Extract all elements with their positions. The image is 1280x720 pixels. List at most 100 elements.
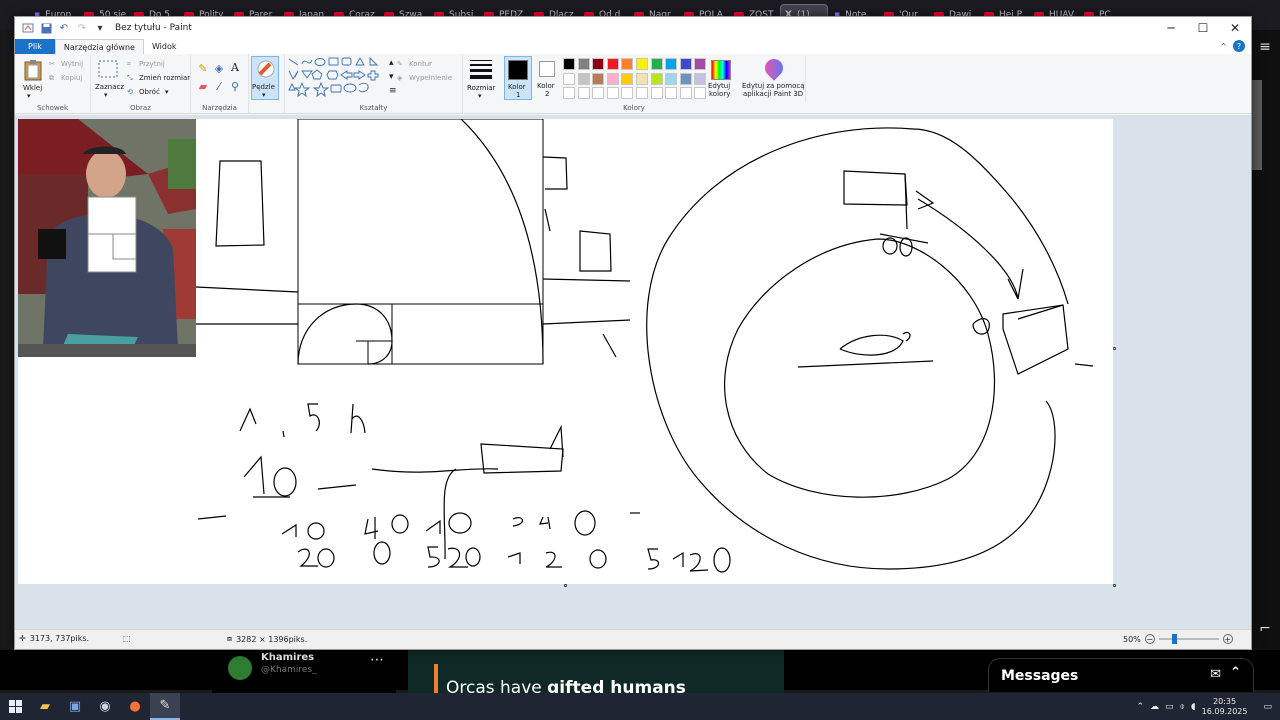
file-explorer-icon[interactable]: ▰ [30, 693, 60, 720]
edit-colors-button[interactable]: Edytuj kolory [707, 56, 735, 102]
palette-swatch[interactable] [563, 72, 575, 85]
cut-icon[interactable]: ✂ [49, 60, 55, 68]
app-window-icon[interactable]: ▣ [60, 693, 90, 720]
network-icon[interactable]: ▭ [1165, 702, 1174, 712]
palette-empty-swatch[interactable] [606, 87, 619, 100]
messages-drawer[interactable]: Messages ✉ ⌃ [988, 658, 1254, 692]
palette-empty-swatch[interactable] [679, 87, 692, 100]
volume-icon[interactable]: ◖ [1191, 702, 1196, 712]
notifications-icon[interactable]: ▭ [1263, 702, 1272, 712]
tweet-media[interactable]: Orcas have gifted humans [408, 650, 784, 694]
palette-empty-swatch[interactable] [694, 87, 707, 100]
undo-icon[interactable]: ↶ [57, 21, 71, 35]
palette-empty-swatch[interactable] [577, 87, 590, 100]
color2-button[interactable]: Kolor 2 [534, 56, 562, 100]
resize-button[interactable]: Zmień rozmiar [139, 74, 190, 82]
palette-empty-swatch[interactable] [665, 87, 678, 100]
steam-icon[interactable]: ◉ [90, 693, 120, 720]
fill-button[interactable]: Wypełnienie [409, 74, 452, 82]
customize-toolbar-icon[interactable]: ▾ [93, 21, 107, 35]
tab-file[interactable]: Plik [15, 39, 55, 54]
palette-swatch[interactable] [636, 58, 648, 70]
magnifier-icon[interactable]: ⚲ [229, 80, 241, 93]
paste-dropdown-icon[interactable]: ▾ [27, 92, 31, 100]
palette-swatch[interactable] [621, 72, 634, 85]
compose-icon[interactable]: ✉ [1210, 667, 1221, 682]
color1-button[interactable]: Kolor 1 [504, 56, 532, 100]
shapes-scroll-down-icon[interactable]: ▾ [389, 72, 394, 82]
redo-icon[interactable]: ↷ [75, 21, 89, 35]
copy-icon[interactable]: ⧉ [49, 74, 54, 83]
select-dropdown-icon[interactable]: ▾ [104, 91, 108, 99]
select-button[interactable]: Zaznacz [95, 83, 124, 91]
expand-icon[interactable]: ⌃ [1230, 665, 1241, 680]
crop-button[interactable]: Przytnij [139, 60, 165, 68]
resize-handle-bottom[interactable] [564, 584, 567, 587]
start-button[interactable] [0, 693, 30, 720]
palette-swatch[interactable] [636, 72, 648, 85]
palette-swatch[interactable] [606, 72, 619, 85]
copy-button[interactable]: Kopiuj [61, 74, 82, 82]
tray-overflow-icon[interactable]: ⌃ [1136, 702, 1144, 712]
rotate-icon[interactable]: ⟲ [127, 88, 133, 96]
resize-handle-right[interactable] [1113, 347, 1116, 350]
resize-icon[interactable]: ⤡ [127, 74, 133, 83]
tab-view[interactable]: Widok [144, 39, 185, 54]
resize-handle-corner[interactable] [1113, 584, 1116, 587]
fill-icon[interactable]: ◈ [397, 74, 402, 82]
fill-bucket-icon[interactable]: ◈ [213, 62, 225, 75]
zoom-in-icon[interactable]: + [1222, 634, 1233, 644]
palette-swatch[interactable] [592, 58, 605, 70]
paint3d-button[interactable]: Edytuj za pomocą aplikacji Paint 3D [740, 55, 806, 102]
select-icon[interactable] [97, 58, 119, 80]
palette-swatch[interactable] [606, 58, 619, 70]
palette-swatch[interactable] [577, 58, 590, 70]
drawing-canvas[interactable] [18, 118, 1113, 584]
paste-button[interactable]: Wklej [23, 84, 42, 92]
eraser-icon[interactable]: ▰ [197, 80, 209, 93]
maximize-button[interactable]: ☐ [1187, 17, 1219, 39]
microphone-icon[interactable]: ⌽ [1180, 702, 1185, 712]
palette-swatch[interactable] [650, 58, 663, 70]
paste-icon[interactable] [23, 58, 43, 82]
palette-swatch[interactable] [577, 72, 590, 85]
firefox-icon[interactable]: ● [120, 693, 150, 720]
color-picker-icon[interactable]: ⁄ [213, 80, 225, 93]
palette-empty-swatch[interactable] [563, 87, 575, 100]
palette-empty-swatch[interactable] [650, 87, 663, 100]
size-button[interactable]: Rozmiar ▾ [465, 56, 499, 102]
help-icon[interactable]: ? [1233, 40, 1245, 52]
more-icon[interactable]: ⋯ [370, 652, 384, 668]
zoom-slider-thumb[interactable] [1171, 634, 1177, 644]
tweet-author[interactable]: Khamires @Khamires_ ⋯ [212, 650, 396, 694]
shapes-more-icon[interactable]: ≡ [389, 86, 397, 96]
palette-empty-swatch[interactable] [621, 87, 634, 100]
minimize-button[interactable]: ─ [1155, 17, 1187, 39]
text-tool-icon[interactable]: A [229, 60, 241, 74]
collapse-ribbon-icon[interactable]: ^ [1220, 42, 1227, 51]
crop-icon[interactable]: ⌗ [127, 60, 131, 69]
outline-icon[interactable]: ✎ [397, 60, 403, 68]
clock[interactable]: 20:35 16.09.2025 [1202, 697, 1248, 717]
tab-home[interactable]: Narzędzia główne [54, 39, 144, 54]
canvas-workspace[interactable] [15, 115, 1251, 630]
paint-taskbar-icon[interactable]: ✎ [150, 693, 180, 720]
palette-swatch[interactable] [694, 58, 707, 70]
palette-swatch[interactable] [694, 72, 707, 85]
close-button[interactable]: ✕ [1219, 17, 1251, 39]
palette-swatch[interactable] [621, 58, 634, 70]
pencil-icon[interactable]: ✎ [197, 62, 209, 75]
palette-swatch[interactable] [665, 72, 678, 85]
palette-swatch[interactable] [679, 72, 692, 85]
rotate-button[interactable]: Obróć [139, 88, 160, 96]
palette-empty-swatch[interactable] [592, 87, 605, 100]
cut-button[interactable]: Wytnij [61, 60, 83, 68]
zoom-out-icon[interactable]: − [1144, 634, 1155, 644]
save-icon[interactable] [39, 21, 53, 35]
rotate-dropdown-icon[interactable]: ▾ [165, 88, 169, 96]
cloud-icon[interactable]: ☁ [1150, 702, 1159, 712]
sidebar-icon[interactable]: ⌐ [1256, 620, 1274, 638]
menu-icon[interactable]: ≡ [1256, 38, 1274, 56]
pasted-photo[interactable] [18, 119, 196, 357]
palette-swatch[interactable] [592, 72, 605, 85]
